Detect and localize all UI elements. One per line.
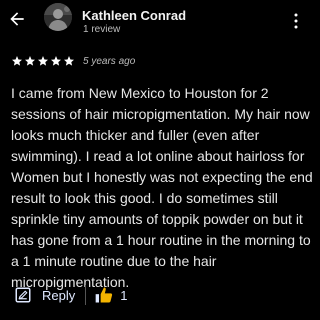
arrow-back-icon	[10, 12, 24, 26]
review-date: 5 years ago	[83, 55, 136, 67]
thumbs-up-icon	[95, 287, 113, 303]
reviewer-name[interactable]: Kathleen Conrad	[82, 8, 186, 23]
more-vert-icon	[294, 13, 298, 29]
star-icon	[12, 56, 22, 66]
rating-row: 5 years ago	[11, 53, 135, 69]
like-count: 1	[120, 287, 128, 303]
star-icon	[64, 56, 74, 66]
reply-button[interactable]: Reply	[11, 283, 75, 307]
action-row: Reply 1	[11, 282, 127, 308]
avatar-image	[44, 3, 72, 31]
avatar[interactable]	[44, 3, 72, 31]
star-icon	[51, 56, 61, 66]
review-count: 1 review	[83, 24, 121, 35]
more-options-button[interactable]	[288, 10, 304, 32]
action-divider	[85, 285, 87, 305]
header: Kathleen Conrad 1 review	[0, 0, 320, 42]
star-icon	[38, 56, 48, 66]
back-button[interactable]	[5, 7, 29, 31]
review-text: I came from New Mexico to Houston for 2 …	[11, 85, 313, 290]
star-icon	[25, 56, 35, 66]
star-rating	[11, 55, 76, 67]
reply-icon	[15, 287, 31, 303]
like-button[interactable]: 1	[94, 283, 127, 307]
reply-label: Reply	[42, 287, 76, 303]
review-screen: Kathleen Conrad 1 review 5 years ago I c…	[0, 0, 320, 320]
